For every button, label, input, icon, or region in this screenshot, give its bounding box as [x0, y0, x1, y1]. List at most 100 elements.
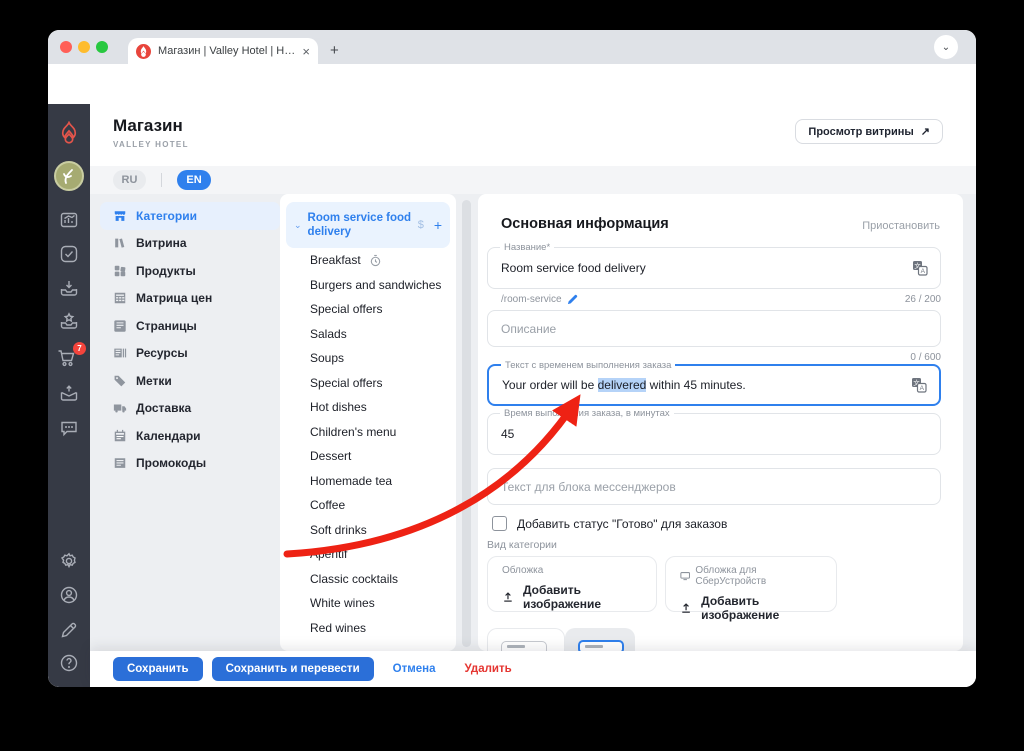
sidebar-item-categories[interactable]: Категории — [100, 202, 280, 230]
sidebar-item-price-matrix[interactable]: Матрица цен — [100, 285, 280, 313]
inbox-icon[interactable] — [59, 278, 79, 298]
orders-cart-icon[interactable]: 7 — [56, 342, 86, 373]
sidebar-item-delivery[interactable]: Доставка — [100, 395, 280, 423]
tab-search-button[interactable]: ⌄ — [934, 35, 958, 59]
category-item[interactable]: Dessert — [280, 444, 456, 469]
category-item[interactable]: Soft drinks — [280, 518, 456, 543]
device-icon — [680, 572, 690, 581]
new-tab-button[interactable]: + — [330, 43, 339, 58]
hotbot-logo-flame-icon[interactable] — [59, 121, 80, 144]
view-option-default[interactable] — [487, 628, 565, 651]
upload-icon — [504, 592, 512, 602]
chevron-down-icon[interactable]: ⌄ — [294, 220, 302, 231]
reviews-star-tray-icon[interactable] — [59, 311, 79, 331]
category-item[interactable]: Soups — [280, 346, 456, 371]
cover-sber-upload-card[interactable]: Обложка для СберУстройств Добавить изобр… — [665, 556, 837, 622]
ready-status-checkbox[interactable] — [492, 516, 507, 531]
edit-slug-pencil-icon[interactable] — [567, 294, 578, 305]
hotbot-favicon-flame-icon — [136, 43, 151, 59]
cancel-button[interactable]: Отмена — [383, 663, 446, 675]
tab-strip: Магазин | Valley Hotel | Hotb × + ⌄ — [48, 30, 976, 64]
panel-scrollbar[interactable] — [462, 200, 471, 647]
browser-window: Магазин | Valley Hotel | Hotb × + ⌄ ← → … — [48, 30, 976, 687]
form-section-title: Основная информация — [501, 216, 669, 232]
slug-row: /room-service — [501, 294, 941, 305]
category-price-icon[interactable]: $ — [418, 219, 424, 231]
cart-badge: 7 — [73, 342, 86, 355]
category-item[interactable]: Classic cocktails — [280, 567, 456, 592]
sidebar-item-calendars[interactable]: Календари — [100, 422, 280, 450]
tasks-check-icon[interactable] — [59, 244, 79, 264]
help-icon[interactable] — [59, 653, 79, 673]
description-counter: 0 / 600 — [910, 352, 941, 363]
sidebar-item-tags[interactable]: Метки — [100, 367, 280, 395]
category-item[interactable]: Special offers — [280, 297, 456, 322]
form-footer: Сохранить Сохранить и перевести Отмена У… — [90, 651, 976, 687]
category-list: Breakfast Burgers and sandwiches Special… — [280, 248, 456, 640]
category-item[interactable]: Burgers and sandwiches — [280, 273, 456, 298]
preview-storefront-button[interactable]: Просмотр витрины ↗ — [795, 119, 943, 144]
account-icon[interactable] — [59, 585, 79, 605]
category-item[interactable]: Children's menu — [280, 420, 456, 445]
category-root-item[interactable]: ⌄ Room service food delivery $ + — [286, 202, 450, 248]
category-item[interactable]: Homemade tea — [280, 469, 456, 494]
screenshot-canvas: Магазин | Valley Hotel | Hotb × + ⌄ ← → … — [0, 0, 1024, 751]
ready-status-row: Добавить статус "Готово" для заказов — [492, 516, 727, 531]
pause-link[interactable]: Приостановить — [862, 220, 940, 232]
category-item[interactable]: Red wines — [280, 616, 456, 641]
products-grid-icon — [114, 265, 126, 276]
price-matrix-icon — [114, 293, 126, 304]
analytics-icon[interactable] — [59, 210, 79, 230]
app-sidebar: 7 — [48, 104, 90, 687]
add-category-icon[interactable]: + — [434, 217, 442, 233]
content-area: Категории Витрина Продукты Матрица цен С… — [90, 194, 976, 651]
messenger-text-field[interactable]: Текст для блока мессенджеров — [487, 468, 941, 505]
save-and-translate-button[interactable]: Сохранить и перевести — [211, 657, 374, 681]
sidebar-item-products[interactable]: Продукты — [100, 257, 280, 285]
shop-nav-menu: Категории Витрина Продукты Матрица цен С… — [100, 202, 280, 477]
save-button[interactable]: Сохранить — [113, 657, 203, 681]
category-item[interactable]: Coffee — [280, 493, 456, 518]
zoom-window-button[interactable] — [96, 41, 108, 53]
property-avatar[interactable] — [54, 161, 84, 191]
schedule-clock-icon — [370, 254, 380, 266]
app-main: Магазин VALLEY HOTEL Просмотр витрины ↗ … — [90, 104, 976, 687]
cover-upload-card[interactable]: Обложка Добавить изображение — [487, 556, 657, 612]
delete-button[interactable]: Удалить — [454, 663, 521, 675]
tab-close-icon[interactable]: × — [302, 44, 310, 59]
name-field[interactable]: Название* Room service food delivery 文A — [487, 242, 941, 289]
category-root-label: Room service food delivery — [307, 211, 412, 238]
description-field[interactable]: Описание — [487, 310, 941, 347]
order-time-text-field[interactable]: Текст с временем выполнения заказа Your … — [487, 360, 941, 406]
category-item[interactable]: Aperitif — [280, 542, 456, 567]
lang-tab-en[interactable]: EN — [177, 170, 211, 190]
property-name: VALLEY HOTEL — [113, 140, 189, 149]
selected-text: delivered — [597, 378, 647, 392]
tag-icon — [114, 375, 126, 387]
chevron-down-icon: ⌄ — [941, 41, 951, 53]
translate-icon[interactable]: 文A — [912, 260, 928, 276]
browser-tab[interactable]: Магазин | Valley Hotel | Hotb × — [128, 38, 318, 64]
sidebar-item-pages[interactable]: Страницы — [100, 312, 280, 340]
minimize-window-button[interactable] — [78, 41, 90, 53]
category-item[interactable]: Hot dishes — [280, 395, 456, 420]
category-item[interactable]: Breakfast — [280, 248, 456, 273]
close-window-button[interactable] — [60, 41, 72, 53]
sidebar-item-promocodes[interactable]: Промокоды — [100, 450, 280, 478]
lang-separator — [161, 173, 162, 187]
sidebar-item-resources[interactable]: Ресурсы — [100, 340, 280, 368]
category-item[interactable]: White wines — [280, 591, 456, 616]
translate-icon[interactable]: 文A — [911, 377, 927, 393]
chat-icon[interactable] — [59, 418, 79, 438]
category-item[interactable]: Special offers — [280, 371, 456, 396]
duration-field[interactable]: Время выполнения заказа, в минутах 45 — [487, 408, 941, 455]
settings-gear-icon[interactable] — [59, 551, 79, 571]
category-item[interactable]: Salads — [280, 322, 456, 347]
lang-tab-ru[interactable]: RU — [113, 170, 146, 190]
edit-pencil-icon[interactable] — [59, 620, 79, 640]
browser-toolbar: ← → my.hotbot.ai/properties/65f2c01f38e3… — [48, 64, 976, 132]
view-option-selected[interactable] — [565, 628, 635, 651]
mailing-icon[interactable] — [59, 383, 79, 403]
showcase-icon — [115, 238, 125, 248]
sidebar-item-showcase[interactable]: Витрина — [100, 230, 280, 258]
